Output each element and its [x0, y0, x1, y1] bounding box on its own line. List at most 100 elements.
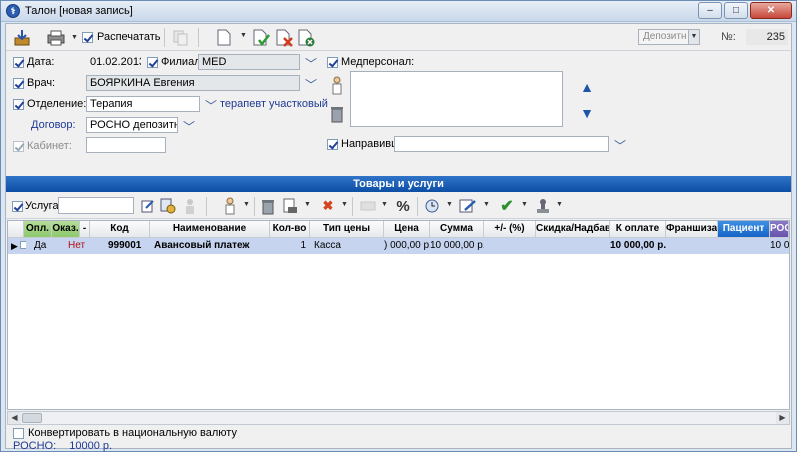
- maximize-button[interactable]: □: [724, 2, 748, 19]
- trash-icon[interactable]: [258, 197, 278, 215]
- doctor-checkbox[interactable]: [13, 78, 24, 89]
- column-header[interactable]: Кол-во: [270, 221, 310, 238]
- chevron-down-icon[interactable]: ▼: [521, 201, 528, 208]
- chevron-down-icon[interactable]: ﹀: [305, 58, 317, 70]
- print-document-icon[interactable]: [280, 197, 300, 215]
- chevron-down-icon[interactable]: ▼: [483, 201, 490, 208]
- column-header[interactable]: К оплате: [610, 221, 666, 238]
- scrollbar-thumb[interactable]: [22, 413, 42, 423]
- edit-icon[interactable]: [138, 197, 158, 215]
- minimize-button[interactable]: –: [698, 2, 722, 19]
- column-header[interactable]: Опл.: [24, 221, 52, 238]
- cabinet-checkbox[interactable]: [13, 141, 24, 152]
- cabinet-field[interactable]: [86, 137, 166, 153]
- app-icon: ⚕: [6, 4, 20, 18]
- column-header[interactable]: -: [80, 221, 90, 238]
- person-icon[interactable]: [180, 197, 200, 215]
- person-icon[interactable]: [327, 72, 347, 100]
- print-label: Распечатать: [97, 31, 161, 43]
- column-header[interactable]: Франшиза: [666, 221, 718, 238]
- stamp-icon[interactable]: [533, 197, 553, 215]
- deposit-dropdown[interactable]: Депозитн ▼: [638, 29, 700, 45]
- doctor-icon[interactable]: [220, 197, 240, 215]
- name-cell: Авансовый платеж: [154, 240, 250, 251]
- printer-icon[interactable]: [46, 28, 66, 47]
- department-label: Отделение:: [27, 98, 87, 110]
- service-label: Услуга:: [25, 200, 62, 212]
- chevron-down-icon[interactable]: ﹀: [183, 121, 195, 133]
- department-field[interactable]: Терапия: [86, 96, 200, 112]
- date-field[interactable]: 01.02.2013: [86, 54, 142, 70]
- transfer-icon[interactable]: [358, 197, 378, 215]
- date-checkbox[interactable]: [13, 57, 24, 68]
- chevron-down-icon[interactable]: ▼: [381, 201, 388, 208]
- grid-header: Опл. Оказ. - Код Наименование Кол-во Тип…: [8, 221, 789, 238]
- cancel-document-icon[interactable]: [297, 28, 317, 47]
- convert-check[interactable]: [13, 427, 24, 439]
- medstaff-list[interactable]: [350, 71, 563, 127]
- column-header[interactable]: +/- (%): [484, 221, 536, 238]
- toolbar-divider: [206, 197, 207, 216]
- service-field[interactable]: [58, 197, 134, 214]
- medstaff-checkbox[interactable]: [327, 57, 338, 68]
- column-header[interactable]: Код: [90, 221, 150, 238]
- services-grid: Опл. Оказ. - Код Наименование Кол-во Тип…: [7, 220, 790, 410]
- checkmark-icon[interactable]: ✔: [497, 197, 517, 215]
- chevron-down-icon[interactable]: ▼: [71, 34, 78, 41]
- percent-icon[interactable]: %: [393, 197, 413, 215]
- copy-icon[interactable]: [171, 28, 191, 47]
- chevron-down-icon[interactable]: ▼: [688, 30, 699, 44]
- chevron-down-icon[interactable]: ▼: [341, 201, 348, 208]
- contract-label: Договор:: [31, 119, 76, 131]
- save-close-icon[interactable]: [12, 28, 32, 47]
- convert-currency-checkbox[interactable]: Конвертировать в национальную валюту: [13, 427, 237, 439]
- branch-checkbox[interactable]: [147, 57, 158, 68]
- close-button[interactable]: ✕: [750, 2, 792, 19]
- row-selector[interactable]: [20, 238, 26, 254]
- chevron-down-icon[interactable]: ﹀: [614, 140, 626, 152]
- referrer-field[interactable]: [394, 136, 609, 152]
- chevron-down-icon[interactable]: ▼: [446, 201, 453, 208]
- trash-icon[interactable]: [327, 104, 347, 124]
- branch-field[interactable]: MED: [198, 54, 300, 70]
- column-header[interactable]: Оказ.: [52, 221, 80, 238]
- column-header[interactable]: Тип цены: [310, 221, 384, 238]
- chevron-down-icon[interactable]: ▼: [243, 201, 250, 208]
- toolbar-divider: [417, 197, 418, 216]
- column-header[interactable]: Наименование: [150, 221, 270, 238]
- sum-cell: 10 000,00 р.: [430, 240, 484, 251]
- chevron-down-icon[interactable]: ▼: [240, 32, 247, 39]
- row-checkbox[interactable]: [20, 241, 26, 250]
- department-checkbox[interactable]: [13, 99, 24, 110]
- print-check[interactable]: [82, 31, 93, 43]
- scroll-right-icon[interactable]: ▶: [776, 412, 789, 424]
- horizontal-scrollbar[interactable]: ◀ ▶: [7, 411, 790, 425]
- clock-icon[interactable]: [422, 197, 442, 215]
- arrow-up-icon[interactable]: ▲: [580, 80, 594, 94]
- document-edit-icon[interactable]: [458, 197, 478, 215]
- column-header[interactable]: Пациент: [718, 221, 770, 238]
- column-header[interactable]: РОСНО: [770, 221, 789, 238]
- delete-icon[interactable]: ✖: [318, 197, 338, 215]
- toolbar-divider: [164, 28, 165, 47]
- contract-field[interactable]: РОСНО депозитный: [86, 117, 178, 133]
- arrow-down-icon[interactable]: ▼: [580, 106, 594, 120]
- delete-document-icon[interactable]: [275, 28, 295, 47]
- chevron-down-icon[interactable]: ▼: [304, 201, 311, 208]
- approve-document-icon[interactable]: [252, 28, 272, 47]
- document-icon[interactable]: [214, 28, 234, 47]
- settings-icon[interactable]: [158, 197, 178, 215]
- chevron-down-icon[interactable]: ﹀: [305, 79, 317, 91]
- doctor-field[interactable]: БОЯРКИНА Евгения: [86, 75, 300, 91]
- column-header[interactable]: Сумма: [430, 221, 484, 238]
- patient-cell: [718, 238, 770, 254]
- column-header[interactable]: Скидка/Надбавка: [536, 221, 610, 238]
- table-row[interactable]: ▶ Да Нет 999001 Авансовый платеж 1 Касса…: [8, 238, 789, 254]
- scroll-left-icon[interactable]: ◀: [8, 412, 21, 424]
- service-checkbox[interactable]: [12, 201, 23, 212]
- referrer-checkbox[interactable]: [327, 139, 338, 150]
- chevron-down-icon[interactable]: ﹀: [205, 100, 217, 112]
- chevron-down-icon[interactable]: ▼: [556, 201, 563, 208]
- print-checkbox[interactable]: Распечатать: [82, 31, 160, 43]
- column-header[interactable]: Цена: [384, 221, 430, 238]
